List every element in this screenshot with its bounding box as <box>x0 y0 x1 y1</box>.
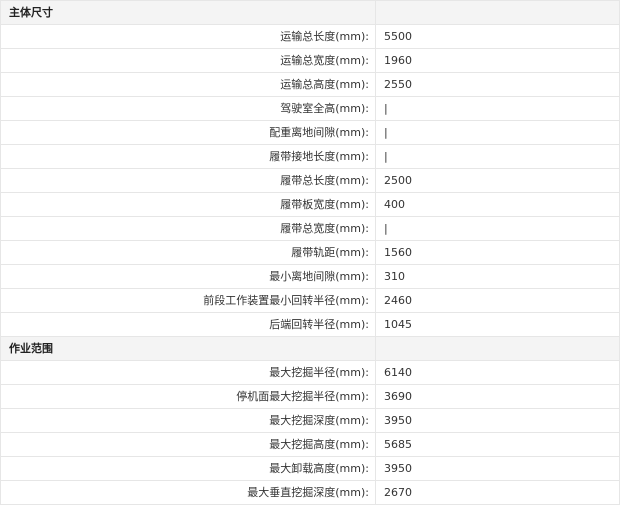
spec-row: 履带板宽度(mm): 400 <box>0 192 620 217</box>
spec-value: 1045 <box>375 312 620 337</box>
section-header-blank-cell <box>375 0 620 25</box>
spec-value: 5685 <box>375 432 620 457</box>
spec-label: 最大挖掘半径(mm): <box>0 360 376 385</box>
spec-value: | <box>375 216 620 241</box>
spec-label: 运输总宽度(mm): <box>0 48 376 73</box>
spec-label: 后端回转半径(mm): <box>0 312 376 337</box>
spec-value: 6140 <box>375 360 620 385</box>
spec-label: 前段工作装置最小回转半径(mm): <box>0 288 376 313</box>
spec-value: 400 <box>375 192 620 217</box>
spec-value: 2550 <box>375 72 620 97</box>
spec-label: 最大垂直挖掘深度(mm): <box>0 480 376 505</box>
spec-value: | <box>375 144 620 169</box>
spec-value: 3950 <box>375 408 620 433</box>
section-header-row: 主体尺寸 <box>0 0 620 25</box>
spec-row: 运输总长度(mm): 5500 <box>0 24 620 49</box>
section-header-blank-cell <box>375 336 620 361</box>
spec-label: 履带轨距(mm): <box>0 240 376 265</box>
spec-row: 运输总高度(mm): 2550 <box>0 72 620 97</box>
spec-value: 1560 <box>375 240 620 265</box>
spec-value: 2460 <box>375 288 620 313</box>
spec-value: 5500 <box>375 24 620 49</box>
spec-row: 最大挖掘高度(mm): 5685 <box>0 432 620 457</box>
spec-label: 运输总长度(mm): <box>0 24 376 49</box>
spec-label: 履带接地长度(mm): <box>0 144 376 169</box>
spec-row: 履带总宽度(mm): | <box>0 216 620 241</box>
spec-row: 最大垂直挖掘深度(mm): 2670 <box>0 480 620 505</box>
spec-value: | <box>375 120 620 145</box>
spec-row: 前段工作装置最小回转半径(mm): 2460 <box>0 288 620 313</box>
spec-row: 履带总长度(mm): 2500 <box>0 168 620 193</box>
spec-row: 最大挖掘深度(mm): 3950 <box>0 408 620 433</box>
spec-value: 3690 <box>375 384 620 409</box>
spec-row: 履带轨距(mm): 1560 <box>0 240 620 265</box>
spec-row: 履带接地长度(mm): | <box>0 144 620 169</box>
spec-value: 310 <box>375 264 620 289</box>
spec-label: 履带总长度(mm): <box>0 168 376 193</box>
spec-row: 最大挖掘半径(mm): 6140 <box>0 360 620 385</box>
spec-table-body: 主体尺寸 运输总长度(mm): 5500 运输总宽度(mm): 1960 运输总高度(mm… <box>0 0 620 505</box>
spec-label: 最大挖掘深度(mm): <box>0 408 376 433</box>
spec-row: 配重离地间隙(mm): | <box>0 120 620 145</box>
spec-value: 3950 <box>375 456 620 481</box>
section-title: 主体尺寸 <box>0 0 376 25</box>
spec-label: 最小离地间隙(mm): <box>0 264 376 289</box>
spec-label: 履带总宽度(mm): <box>0 216 376 241</box>
spec-label: 履带板宽度(mm): <box>0 192 376 217</box>
spec-row: 最小离地间隙(mm): 310 <box>0 264 620 289</box>
spec-label: 配重离地间隙(mm): <box>0 120 376 145</box>
spec-row: 停机面最大挖掘半径(mm): 3690 <box>0 384 620 409</box>
spec-value: | <box>375 96 620 121</box>
spec-row: 后端回转半径(mm): 1045 <box>0 312 620 337</box>
spec-label: 停机面最大挖掘半径(mm): <box>0 384 376 409</box>
spec-label: 驾驶室全高(mm): <box>0 96 376 121</box>
spec-row: 运输总宽度(mm): 1960 <box>0 48 620 73</box>
spec-value: 2500 <box>375 168 620 193</box>
spec-table: 主体尺寸 运输总长度(mm): 5500 运输总宽度(mm): 1960 运输总高度(mm… <box>0 0 620 505</box>
section-title: 作业范围 <box>0 336 376 361</box>
spec-value: 1960 <box>375 48 620 73</box>
spec-label: 运输总高度(mm): <box>0 72 376 97</box>
spec-row: 驾驶室全高(mm): | <box>0 96 620 121</box>
spec-value: 2670 <box>375 480 620 505</box>
spec-row: 最大卸载高度(mm): 3950 <box>0 456 620 481</box>
spec-label: 最大挖掘高度(mm): <box>0 432 376 457</box>
spec-label: 最大卸载高度(mm): <box>0 456 376 481</box>
section-header-row: 作业范围 <box>0 336 620 361</box>
